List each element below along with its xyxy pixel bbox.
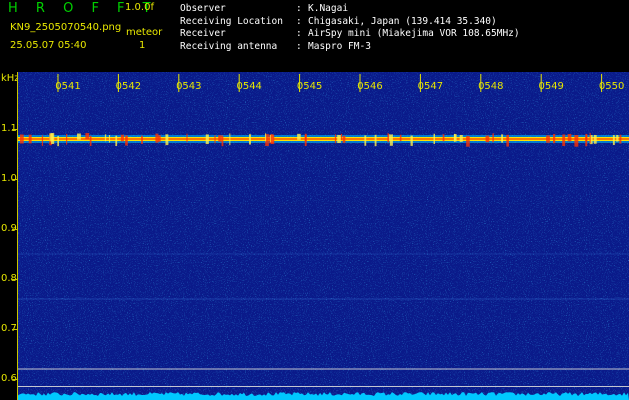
info-sep: : xyxy=(296,40,302,52)
carrier-speckle xyxy=(77,133,81,140)
spectrogram-plot: 0541 0542 0543 0544 0545 0546 0547 0548 0549 0550 xyxy=(18,72,629,400)
carrier-speckle xyxy=(66,133,68,145)
noise-texture xyxy=(18,72,629,400)
info-row-observer: Observer: K.Nagai xyxy=(180,3,520,16)
info-key: Observer xyxy=(180,3,226,14)
carrier-speckle xyxy=(334,134,337,144)
info-value: Chigasaki, Japan (139.414 35.340) xyxy=(308,15,497,27)
meteor-label: meteor xyxy=(126,27,163,38)
carrier-speckle xyxy=(485,135,490,143)
carrier-speckle xyxy=(340,133,343,141)
info-sep: : xyxy=(296,3,302,14)
carrier-speckle xyxy=(552,134,556,144)
info-row-antenna: Receiving antenna: Maspro FM-3 xyxy=(180,41,520,54)
carrier-speckle xyxy=(41,135,44,146)
carrier-speckle xyxy=(562,134,566,147)
info-key: Receiving Location xyxy=(180,15,283,27)
info-key: Receiving antenna xyxy=(180,40,278,52)
time-label: 0547 xyxy=(418,81,443,92)
carrier-speckle xyxy=(619,134,622,144)
carrier-speckle xyxy=(85,133,90,140)
carrier-speckle xyxy=(342,135,346,143)
carrier-speckle xyxy=(364,135,367,146)
carrier-speckle xyxy=(28,134,32,144)
carrier-speckle xyxy=(141,135,143,144)
carrier-speckle xyxy=(337,135,341,144)
carrier-speckle xyxy=(104,134,107,142)
station-info: Observer: K.Nagai Receiving Location: Chig… xyxy=(180,3,520,53)
carrier-speckle xyxy=(593,134,597,144)
carrier-speckle xyxy=(229,133,231,146)
carrier-speckle xyxy=(453,134,457,142)
version-label: 1.0.0f xyxy=(125,2,154,13)
carrier-speckle xyxy=(20,134,24,144)
time-label: 0544 xyxy=(236,81,261,92)
carrier-speckle xyxy=(374,134,377,147)
time-label: 0548 xyxy=(478,81,503,92)
info-row-location: Receiving Location: Chigasaki, Japan (139… xyxy=(180,16,520,29)
carrier-speckle xyxy=(459,134,463,142)
time-label: 0545 xyxy=(297,81,322,92)
carrier-speckle xyxy=(214,135,216,144)
time-label: 0549 xyxy=(538,81,563,92)
spectrogram-svg: 0541 0542 0543 0544 0545 0546 0547 0548 0549 0550 xyxy=(18,72,629,400)
carrier-speckle xyxy=(399,134,402,142)
carrier-speckle xyxy=(466,135,470,147)
carrier-speckle xyxy=(248,134,251,145)
time-label: 0546 xyxy=(357,81,382,92)
carrier-speckle xyxy=(165,134,169,146)
carrier-speckle xyxy=(389,134,393,146)
info-sep: : xyxy=(296,28,302,39)
carrier-speckle xyxy=(186,133,188,143)
carrier-speckle xyxy=(304,133,307,142)
carrier-speckle xyxy=(270,134,275,145)
info-row-receiver: Receiver: AirSpy mini (Miakejima VOR 108.… xyxy=(180,28,520,41)
info-value: AirSpy mini (Miakejima VOR 108.65MHz) xyxy=(308,28,520,39)
time-label: 0543 xyxy=(176,81,201,92)
header-panel: H R O F F T 1.0.0f KN9_2505070540.png me… xyxy=(0,0,629,72)
info-value: K.Nagai xyxy=(308,3,349,14)
meteor-count: 1 xyxy=(139,40,146,51)
carrier-speckle xyxy=(433,133,435,145)
carrier-speckle xyxy=(585,135,588,147)
carrier-speckle xyxy=(492,133,494,143)
carrier-speckle xyxy=(546,135,550,143)
carrier-speckle xyxy=(57,135,60,147)
carrier-speckle xyxy=(205,134,209,145)
carrier-speckle xyxy=(89,135,92,147)
filename-label: KN9_2505070540.png xyxy=(10,22,122,33)
carrier-speckle xyxy=(589,133,591,144)
carrier-speckle xyxy=(155,133,159,143)
carrier-speckle xyxy=(506,134,509,147)
time-label: 0550 xyxy=(599,81,624,92)
carrier-speckle xyxy=(387,133,389,143)
carrier-speckle xyxy=(297,133,301,140)
carrier-speckle xyxy=(501,134,504,143)
time-label: 0541 xyxy=(55,81,80,92)
datetime-label: 25.05.07 05:40 xyxy=(10,40,87,51)
carrier-speckle xyxy=(265,133,267,142)
carrier-speckle xyxy=(125,135,128,146)
carrier-speckle xyxy=(442,134,445,142)
carrier-speckle xyxy=(218,135,222,142)
carrier-speckle xyxy=(120,134,124,142)
carrier-speckle xyxy=(612,135,615,146)
carrier-speckle xyxy=(410,135,413,146)
carrier-speckle xyxy=(115,135,118,147)
info-sep: : xyxy=(296,15,302,27)
time-label: 0542 xyxy=(116,81,141,92)
carrier-speckle xyxy=(221,135,224,147)
carrier-speckle xyxy=(51,133,55,145)
carrier-speckle xyxy=(567,134,572,142)
info-key: Receiver xyxy=(180,28,226,39)
carrier-speckle xyxy=(108,134,111,143)
carrier-speckle xyxy=(574,134,579,147)
info-value: Maspro FM-3 xyxy=(308,40,371,52)
carrier-speckle xyxy=(616,135,619,142)
